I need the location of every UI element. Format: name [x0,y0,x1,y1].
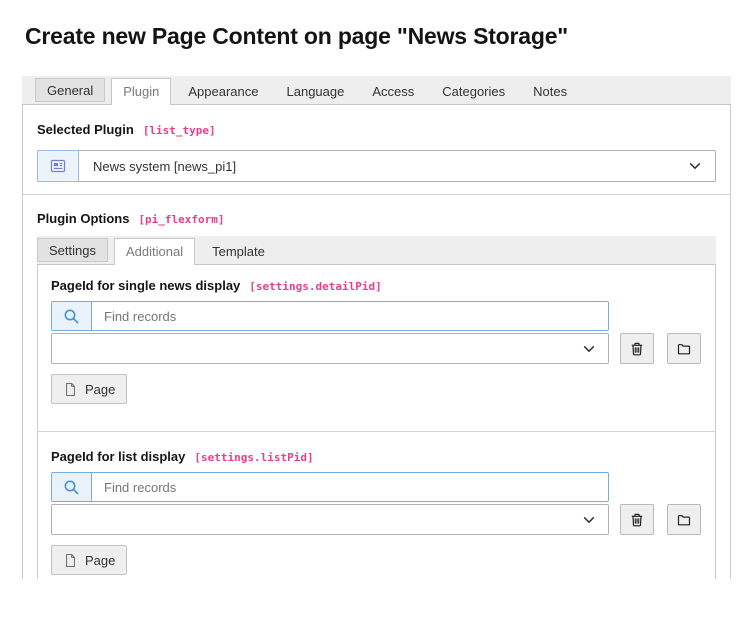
page-icon [63,382,78,397]
chevron-down-icon [688,159,702,173]
main-tab-plugin[interactable]: Plugin [111,78,171,105]
detail-pid-search-group [51,301,609,331]
list-pid-search-input[interactable] [92,473,608,501]
flexform-tabbar: Settings Additional Template [37,236,716,265]
browse-records-button[interactable] [667,504,701,535]
detail-pid-search-input[interactable] [92,302,608,330]
detail-pid-records-select[interactable] [51,333,609,364]
remove-selected-button[interactable] [620,504,654,535]
main-tab-language[interactable]: Language [276,78,356,104]
plugin-options-label: Plugin Options [37,211,129,226]
browse-records-button[interactable] [667,333,701,364]
detail-pid-field: PageId for single news display [settings… [51,265,702,404]
list-pid-label: PageId for list display [51,449,185,464]
flexform-tab-additional[interactable]: Additional [114,238,195,265]
main-tabbar: General Plugin Appearance Language Acces… [22,76,731,105]
chevron-down-icon [582,342,596,356]
detail-pid-label: PageId for single news display [51,278,240,293]
chevron-down-icon [582,513,596,527]
page-button-label: Page [85,553,115,568]
selected-plugin-label: Selected Plugin [37,122,134,137]
main-tab-general[interactable]: General [35,78,105,102]
trash-icon [629,341,645,357]
plugin-options-section: Plugin Options [pi_flexform] Settings Ad… [37,195,716,579]
additional-tab-content: PageId for single news display [settings… [37,265,716,579]
main-tab-appearance[interactable]: Appearance [177,78,269,104]
list-pid-field-code: [settings.listPid] [194,451,313,464]
search-icon [52,473,92,501]
selected-plugin-select-group: News system [news_pi1] [37,150,716,182]
search-icon [52,302,92,330]
flexform-tab-settings[interactable]: Settings [37,238,108,262]
flexform-tab-template[interactable]: Template [201,238,276,264]
page-title: Create new Page Content on page "News St… [25,23,753,50]
newspaper-plugin-icon [37,150,79,182]
list-pid-field: PageId for list display [settings.listPi… [51,432,702,575]
detail-pid-field-code: [settings.detailPid] [249,280,381,293]
main-tab-access[interactable]: Access [361,78,425,104]
page-button-label: Page [85,382,115,397]
selected-plugin-value: News system [news_pi1] [93,159,688,174]
selected-plugin-select[interactable]: News system [news_pi1] [79,150,716,182]
folder-icon [676,512,692,528]
record-form-panel: General Plugin Appearance Language Acces… [22,76,731,579]
plugin-options-field-code: [pi_flexform] [138,213,224,226]
selected-plugin-field-code: [list_type] [143,124,216,137]
plugin-tab-content: Selected Plugin [list_type] News system … [22,105,731,579]
list-pid-page-button[interactable]: Page [51,545,127,575]
trash-icon [629,512,645,528]
page-icon [63,553,78,568]
main-tab-notes[interactable]: Notes [522,78,578,104]
list-pid-records-select[interactable] [51,504,609,535]
main-tab-categories[interactable]: Categories [431,78,516,104]
folder-icon [676,341,692,357]
list-pid-search-group [51,472,609,502]
selected-plugin-section: Selected Plugin [list_type] News system … [37,105,716,182]
remove-selected-button[interactable] [620,333,654,364]
detail-pid-page-button[interactable]: Page [51,374,127,404]
